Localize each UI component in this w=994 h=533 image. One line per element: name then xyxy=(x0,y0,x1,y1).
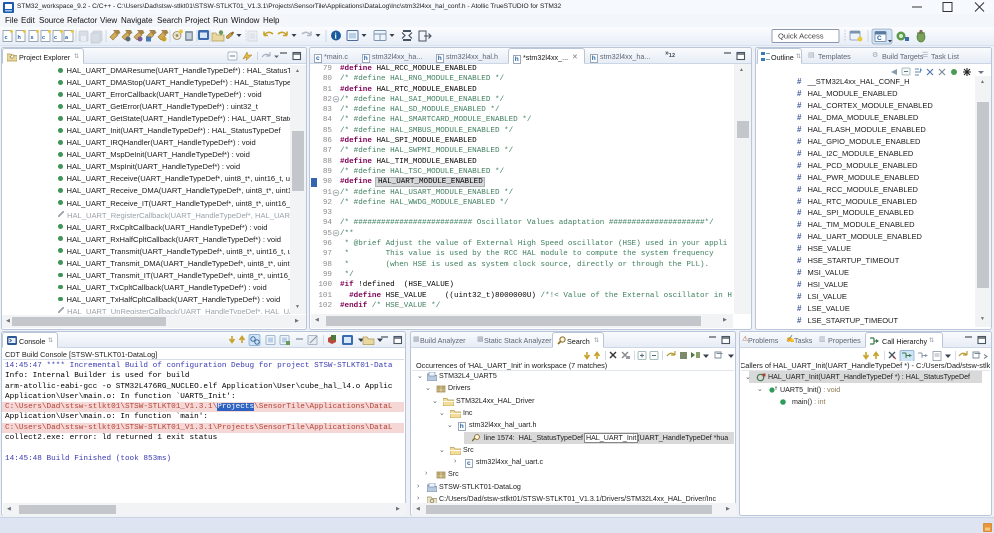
svg-text:s: s xyxy=(31,35,34,41)
svg-text:C: C xyxy=(877,35,882,42)
svg-text:c: c xyxy=(42,35,45,41)
svg-text:Quick Access: Quick Access xyxy=(778,32,824,41)
svg-text:c: c xyxy=(54,35,57,41)
svg-text:c: c xyxy=(5,35,8,41)
